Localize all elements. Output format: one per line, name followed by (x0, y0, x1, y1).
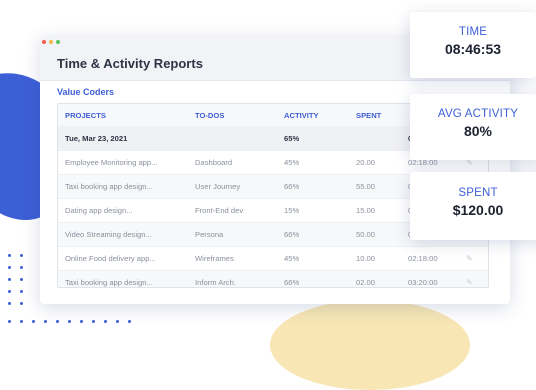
row-activity: 45% (284, 254, 300, 263)
close-dot-icon[interactable] (42, 40, 46, 44)
row-activity: 45% (284, 158, 300, 167)
row-activity: 66% (284, 278, 300, 287)
row-time: 03:20:00 (408, 278, 438, 287)
row-activity: 66% (284, 182, 300, 191)
decorative-dot-grid-vertical (8, 254, 23, 305)
row-activity: 15% (284, 206, 300, 215)
row-spent: 10.00 (356, 254, 376, 263)
maximize-dot-icon[interactable] (56, 40, 60, 44)
row-spent: 02.00 (356, 278, 376, 287)
row-spent: 15.00 (356, 206, 376, 215)
row-todo: User Journey (195, 182, 241, 191)
pencil-icon[interactable]: ✎ (466, 254, 486, 263)
minimize-dot-icon[interactable] (49, 40, 53, 44)
decorative-dot-grid-horizontal (8, 320, 131, 323)
time-card: TIME 08:46:53 (410, 12, 536, 78)
row-todo: Dashboard (195, 158, 233, 167)
date-activity: 65% (284, 134, 300, 143)
column-header-projects[interactable]: PROJECTS (58, 111, 195, 120)
time-card-label: TIME (458, 26, 488, 38)
row-project: Taxi booking app design... (65, 278, 153, 287)
row-project: Online Food delivery app... (65, 254, 156, 263)
avg-activity-card-value: 80% (463, 123, 493, 139)
column-header-activity[interactable]: ACTIVITY (284, 111, 356, 120)
pencil-icon[interactable]: ✎ (466, 278, 486, 287)
row-project: Taxi booking app design... (65, 182, 153, 191)
row-todo: Persona (195, 230, 224, 239)
page-title: Time & Activity Reports (57, 56, 203, 71)
table-row[interactable]: Online Food delivery app... Wireframes 4… (58, 247, 488, 271)
row-project: Dating app design... (65, 206, 133, 215)
spent-card-value: $120.00 (452, 202, 504, 218)
row-spent: 55.00 (356, 182, 376, 191)
row-spent: 20.00 (356, 158, 376, 167)
row-time: 02:18:00 (408, 254, 438, 263)
window-controls (42, 40, 60, 44)
spent-card-label: SPENT (458, 187, 498, 199)
row-project: Employee Monitoring app... (65, 158, 158, 167)
row-activity: 66% (284, 230, 300, 239)
avg-activity-card-label: AVG ACTIVITY (437, 108, 519, 120)
time-card-value: 08:46:53 (444, 41, 502, 57)
row-todo: Front-End dev (195, 206, 244, 215)
avg-activity-card: AVG ACTIVITY 80% (410, 94, 536, 160)
organization-name: Value Coders (57, 87, 115, 97)
decorative-yellow-blob (270, 300, 470, 390)
row-project: Video Streaming design... (65, 230, 152, 239)
table-row[interactable]: Taxi booking app design... Inform Arch. … (58, 271, 488, 287)
row-todo: Wireframes (195, 254, 234, 263)
column-header-spent[interactable]: SPENT (356, 111, 408, 120)
row-todo: Inform Arch. (195, 278, 236, 287)
spent-card: SPENT $120.00 (410, 172, 536, 240)
row-spent: 50.00 (356, 230, 376, 239)
column-header-todos[interactable]: TO-DOS (195, 111, 284, 120)
date-label: Tue, Mar 23, 2021 (65, 134, 128, 143)
